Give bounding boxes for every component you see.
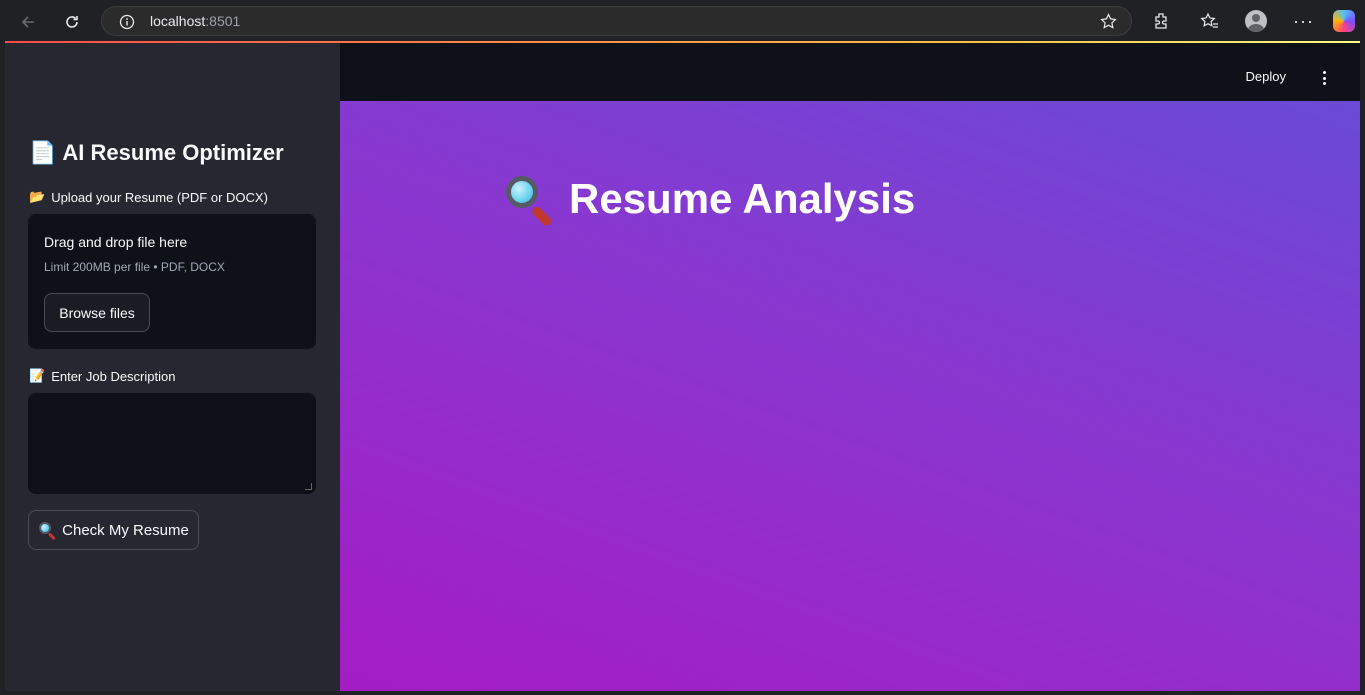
extensions-icon[interactable] — [1152, 12, 1170, 30]
page-title: Resume Analysis — [503, 173, 916, 228]
deploy-button[interactable]: Deploy — [1246, 69, 1286, 84]
app-frame: 📄 AI Resume Optimizer 📂 Upload your Resu… — [5, 43, 1360, 691]
check-resume-label: Check My Resume — [62, 521, 189, 539]
app-header: Deploy — [340, 43, 1360, 101]
url-port: :8501 — [205, 13, 241, 29]
job-description-textarea[interactable] — [28, 393, 316, 494]
page-title-text: Resume Analysis — [569, 175, 916, 222]
job-description-label: 📝 Enter Job Description — [29, 369, 175, 384]
back-arrow-icon — [21, 16, 34, 28]
url-text: localhost:8501 — [150, 13, 240, 29]
resize-handle[interactable] — [305, 483, 312, 490]
dropzone-title: Drag and drop file here — [44, 234, 188, 250]
main-content: Resume Analysis — [340, 101, 1360, 691]
profile-avatar[interactable] — [1245, 10, 1267, 32]
back-button[interactable] — [14, 8, 42, 36]
avatar-head — [1252, 14, 1260, 22]
more-menu-icon[interactable]: ··· — [1293, 11, 1314, 32]
main-menu-icon[interactable] — [1318, 69, 1330, 87]
memo-icon: 📝 — [29, 369, 46, 384]
copilot-icon[interactable] — [1333, 10, 1355, 32]
sidebar-title: 📄 AI Resume Optimizer — [29, 140, 284, 166]
browser-toolbar: localhost:8501 ··· — [0, 0, 1365, 42]
upload-label-text: Upload your Resume (PDF or DOCX) — [51, 190, 268, 205]
file-dropzone[interactable]: Drag and drop file here Limit 200MB per … — [28, 214, 316, 349]
sidebar-title-text: AI Resume Optimizer — [62, 140, 284, 165]
upload-label: 📂 Upload your Resume (PDF or DOCX) — [29, 190, 268, 205]
document-icon: 📄 — [29, 140, 57, 166]
url-host: localhost — [150, 13, 206, 29]
folder-icon: 📂 — [29, 190, 46, 205]
magnifier-icon — [503, 173, 555, 228]
reload-icon — [66, 16, 78, 28]
browse-files-button[interactable]: Browse files — [44, 293, 150, 332]
favorites-icon[interactable] — [1200, 12, 1219, 30]
sidebar: 📄 AI Resume Optimizer 📂 Upload your Resu… — [5, 43, 340, 691]
avatar-body — [1248, 24, 1264, 32]
job-description-label-text: Enter Job Description — [51, 369, 176, 384]
dropzone-limit: Limit 200MB per file • PDF, DOCX — [44, 260, 225, 274]
address-bar[interactable]: localhost:8501 — [101, 6, 1132, 36]
reload-button[interactable] — [58, 8, 86, 36]
star-icon[interactable] — [1100, 13, 1117, 30]
check-resume-button[interactable]: Check My Resume — [28, 510, 199, 550]
magnifier-icon — [38, 521, 56, 541]
info-icon — [119, 14, 135, 30]
